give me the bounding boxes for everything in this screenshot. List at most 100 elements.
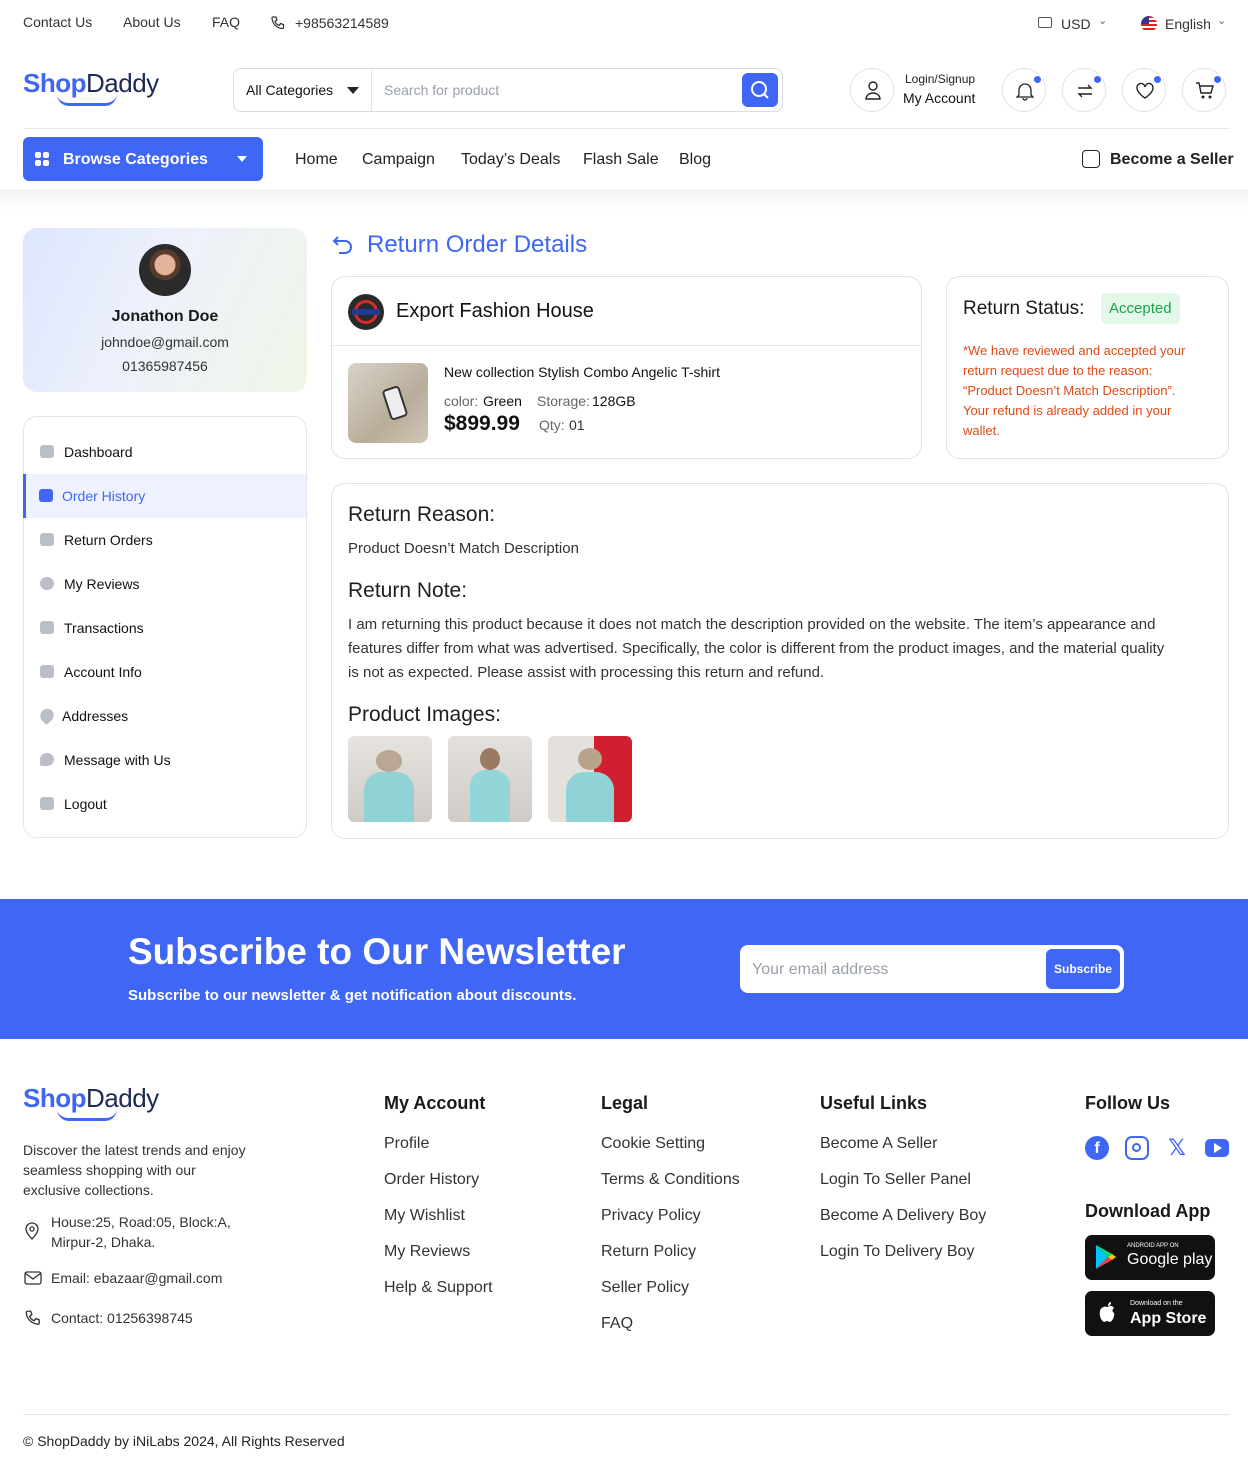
sidebar-item-addresses[interactable]: Addresses — [24, 694, 306, 738]
search-bar: All Categories — [233, 68, 783, 112]
product-image[interactable] — [448, 736, 532, 822]
google-play-icon — [1096, 1245, 1116, 1269]
nav-home[interactable]: Home — [295, 151, 338, 169]
footer-contact[interactable]: Contact: 01256398745 — [51, 1310, 193, 1326]
account-sidebar: Dashboard Order History Return Orders My… — [23, 416, 307, 838]
search-input[interactable] — [384, 79, 734, 101]
logo[interactable]: ShopDaddy — [23, 68, 159, 106]
youtube-icon[interactable] — [1205, 1139, 1229, 1157]
footer-about-line: seamless shopping with our — [23, 1162, 196, 1178]
newsletter-section: Subscribe to Our Newsletter Subscribe to… — [0, 899, 1248, 1039]
sidebar-item-logout[interactable]: Logout — [24, 782, 306, 826]
subscribe-button[interactable]: Subscribe — [1046, 949, 1120, 989]
profile-email: johndoe@gmail.com — [101, 334, 229, 350]
app-store-button[interactable]: Download on the App Store — [1085, 1291, 1215, 1336]
us-flag-icon — [1141, 16, 1157, 32]
sidebar-item-label: Transactions — [64, 620, 144, 636]
browse-categories-label: Browse Categories — [63, 151, 208, 168]
sidebar-item-transactions[interactable]: Transactions — [24, 606, 306, 650]
instagram-icon[interactable] — [1125, 1136, 1149, 1160]
language-select[interactable]: English — [1165, 16, 1211, 32]
phone-icon — [270, 15, 286, 34]
footer-my-account-heading: My Account — [384, 1093, 486, 1113]
footer-link-delivery-boy[interactable]: Become A Delivery Boy — [820, 1207, 986, 1225]
footer-link-help-support[interactable]: Help & Support — [384, 1279, 493, 1297]
nav-campaign[interactable]: Campaign — [362, 151, 435, 169]
footer-logo[interactable]: ShopDaddy — [23, 1083, 159, 1121]
newsletter-title: Subscribe to Our Newsletter — [128, 931, 626, 972]
return-note-line: features differ from what was advertised… — [348, 640, 1165, 657]
return-note-heading: Return Note: — [348, 579, 468, 602]
sidebar-item-message-with-us[interactable]: Message with Us — [24, 738, 306, 782]
newsletter-email-input[interactable] — [752, 959, 1032, 981]
compare-button[interactable] — [1062, 68, 1106, 112]
footer-link-cookie-setting[interactable]: Cookie Setting — [601, 1135, 705, 1153]
about-us-link[interactable]: About Us — [123, 14, 181, 30]
color-value: Green — [483, 393, 522, 409]
footer-email[interactable]: Email: ebazaar@gmail.com — [51, 1270, 222, 1286]
chevron-down-icon: ⌄ — [1217, 15, 1227, 27]
google-play-button[interactable]: ANDROID APP ON Google play — [1085, 1235, 1215, 1280]
status-badge: Accepted — [1101, 293, 1180, 324]
browse-categories-button[interactable]: Browse Categories — [23, 137, 263, 181]
sidebar-item-dashboard[interactable]: Dashboard — [24, 430, 306, 474]
sidebar-item-label: Message with Us — [64, 752, 171, 768]
google-play-big-text: Google play — [1127, 1251, 1213, 1268]
search-button[interactable] — [742, 73, 778, 107]
back-arrow-icon[interactable] — [332, 234, 354, 254]
sidebar-item-account-info[interactable]: Account Info — [24, 650, 306, 694]
sidebar-item-label: Addresses — [62, 708, 129, 724]
footer-link-seller-policy[interactable]: Seller Policy — [601, 1279, 689, 1297]
footer-about-line: exclusive collections. — [23, 1182, 154, 1198]
footer-link-faq[interactable]: FAQ — [601, 1315, 633, 1333]
sidebar-item-order-history[interactable]: Order History — [23, 474, 306, 518]
account-button[interactable] — [850, 68, 894, 112]
star-icon — [40, 577, 54, 590]
return-status-label: Return Status: — [963, 298, 1085, 319]
footer-link-profile[interactable]: Profile — [384, 1135, 429, 1153]
facebook-icon[interactable]: f — [1085, 1136, 1109, 1160]
footer-link-my-reviews[interactable]: My Reviews — [384, 1243, 470, 1261]
category-select[interactable]: All Categories — [246, 82, 333, 98]
my-account-link[interactable]: My Account — [903, 90, 975, 106]
cart-button[interactable] — [1182, 68, 1226, 112]
x-twitter-icon[interactable]: 𝕏 — [1165, 1136, 1189, 1160]
nav-todays-deals[interactable]: Today’s Deals — [461, 151, 560, 169]
return-note-line: I am returning this product because it d… — [348, 616, 1156, 633]
product-thumbnail[interactable] — [348, 363, 428, 443]
copyright: © ShopDaddy by iNiLabs 2024, All Rights … — [23, 1433, 345, 1449]
location-pin-icon — [25, 1222, 39, 1240]
footer-link-seller-panel[interactable]: Login To Seller Panel — [820, 1171, 971, 1189]
contact-us-link[interactable]: Contact Us — [23, 14, 92, 30]
footer-link-order-history[interactable]: Order History — [384, 1171, 479, 1189]
become-seller-link[interactable]: Become a Seller — [1110, 151, 1234, 169]
nav-blog[interactable]: Blog — [679, 151, 711, 169]
return-reason-heading: Return Reason: — [348, 503, 496, 526]
footer-link-delivery-login[interactable]: Login To Delivery Boy — [820, 1243, 974, 1261]
notifications-button[interactable] — [1002, 68, 1046, 112]
footer-link-terms[interactable]: Terms & Conditions — [601, 1171, 740, 1189]
sidebar-item-my-reviews[interactable]: My Reviews — [24, 562, 306, 606]
sidebar-item-return-orders[interactable]: Return Orders — [24, 518, 306, 562]
product-image[interactable] — [548, 736, 632, 822]
shop-name[interactable]: Export Fashion House — [396, 300, 594, 323]
wishlist-button[interactable] — [1122, 68, 1166, 112]
store-icon — [1082, 150, 1100, 168]
footer-link-return-policy[interactable]: Return Policy — [601, 1243, 696, 1261]
footer-link-privacy-policy[interactable]: Privacy Policy — [601, 1207, 701, 1225]
location-pin-icon — [37, 705, 57, 726]
footer-link-become-seller[interactable]: Become A Seller — [820, 1135, 937, 1153]
status-message-line: return request due to the reason: — [963, 363, 1153, 378]
sidebar-item-label: Dashboard — [64, 444, 133, 460]
phone-icon — [25, 1310, 40, 1325]
faq-link[interactable]: FAQ — [212, 14, 240, 30]
footer-link-my-wishlist[interactable]: My Wishlist — [384, 1207, 465, 1225]
user-icon — [865, 81, 881, 100]
nav-flash-sale[interactable]: Flash Sale — [583, 151, 659, 169]
currency-select[interactable]: USD — [1061, 16, 1091, 32]
logout-icon — [40, 797, 54, 810]
follow-us-heading: Follow Us — [1085, 1093, 1170, 1113]
login-signup-link[interactable]: Login/Signup — [905, 72, 975, 86]
product-image[interactable] — [348, 736, 432, 822]
product-name[interactable]: New collection Stylish Combo Angelic T-s… — [444, 364, 720, 380]
